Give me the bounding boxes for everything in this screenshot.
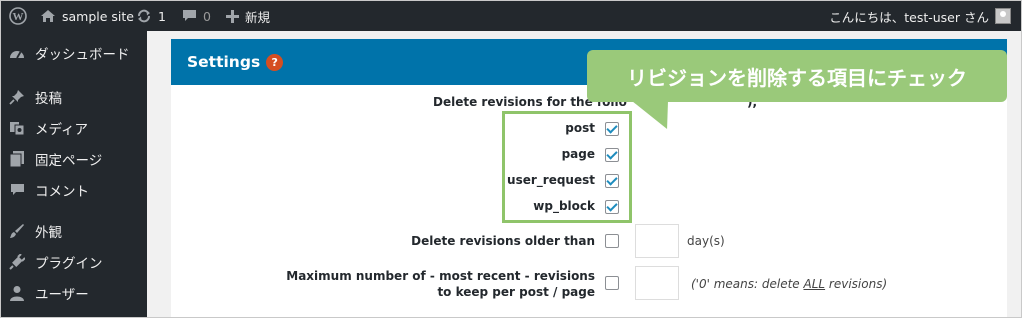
new-content-link[interactable]: 新規: [226, 1, 270, 31]
comment-icon: [9, 182, 25, 198]
brush-icon: [9, 223, 25, 239]
sidebar-item-comments[interactable]: コメント: [1, 175, 147, 205]
max-revisions-input[interactable]: [635, 266, 679, 300]
my-account-link[interactable]: こんにちは、test-user さん: [829, 1, 1011, 31]
sidebar-item-label: 投稿: [35, 91, 62, 107]
admin-bar: W sample site 1 0 新規 こんにちは、test-user さん: [1, 1, 1021, 31]
sidebar-item-dashboard[interactable]: ダッシュボード: [1, 38, 147, 68]
sidebar-item-appearance[interactable]: 外観: [1, 216, 147, 246]
sidebar-item-plugins[interactable]: プラグイン: [1, 247, 147, 277]
highlight-box: [502, 111, 632, 223]
sidebar-item-label: コメント: [35, 184, 89, 200]
note-all: ALL: [803, 277, 826, 291]
max-revisions-label-line2: to keep per post / page: [437, 285, 595, 299]
avatar: [995, 8, 1011, 24]
site-name: sample site: [62, 8, 134, 24]
media-icon: [9, 120, 25, 136]
older-than-checkbox[interactable]: [605, 234, 619, 248]
refresh-icon: [136, 8, 152, 24]
sidebar-item-label: 固定ページ: [35, 153, 103, 169]
sidebar-item-label: ユーザー: [35, 287, 89, 303]
older-than-label: Delete revisions older than: [411, 234, 595, 248]
dashboard-icon: [9, 45, 25, 61]
max-revisions-note: ('0' means: delete ALL revisions): [691, 277, 887, 291]
greeting-text: こんにちは、test-user さん: [829, 9, 989, 25]
screenshot-frame: W sample site 1 0 新規 こんにちは、test-user さん …: [0, 0, 1022, 318]
sidebar-item-users[interactable]: ユーザー: [1, 278, 147, 308]
wordpress-logo-icon[interactable]: W: [9, 1, 27, 31]
svg-text:W: W: [13, 11, 24, 23]
pin-icon: [9, 89, 25, 105]
updates-link[interactable]: 1: [136, 1, 166, 31]
sidebar-item-label: 外観: [35, 225, 62, 241]
comments-count: 0: [203, 8, 211, 24]
admin-sidebar: ダッシュボード 投稿 メディア 固定ページ コメント 外観 プラグイン ユーザー: [1, 31, 147, 317]
sidebar-item-label: ダッシュボード: [35, 47, 130, 63]
days-unit-label: day(s): [687, 234, 725, 248]
plugin-icon: [9, 254, 25, 270]
help-icon[interactable]: ?: [266, 53, 284, 71]
new-label: 新規: [245, 9, 271, 25]
max-revisions-label-line1: Maximum number of - most recent - revisi…: [286, 269, 595, 283]
updates-count: 1: [158, 8, 166, 24]
note-after: revisions): [825, 277, 888, 291]
pages-icon: [9, 151, 25, 167]
site-name-link[interactable]: sample site: [40, 1, 134, 31]
settings-title: Settings: [187, 53, 261, 71]
comments-link[interactable]: 0: [182, 1, 211, 31]
sidebar-item-label: メディア: [35, 122, 89, 138]
comment-bubble-icon: [182, 9, 197, 23]
days-input[interactable]: [635, 224, 679, 258]
sidebar-item-pages[interactable]: 固定ページ: [1, 144, 147, 174]
plus-icon: [226, 9, 239, 23]
callout-annotation: リビジョンを削除する項目にチェック: [587, 50, 1007, 102]
user-icon: [9, 285, 25, 301]
note-before: ('0' means: delete: [691, 277, 804, 291]
sidebar-item-label: プラグイン: [35, 256, 103, 272]
home-icon: [40, 9, 56, 23]
sidebar-item-posts[interactable]: 投稿: [1, 82, 147, 112]
max-revisions-checkbox[interactable]: [605, 276, 619, 290]
sidebar-item-media[interactable]: メディア: [1, 113, 147, 143]
